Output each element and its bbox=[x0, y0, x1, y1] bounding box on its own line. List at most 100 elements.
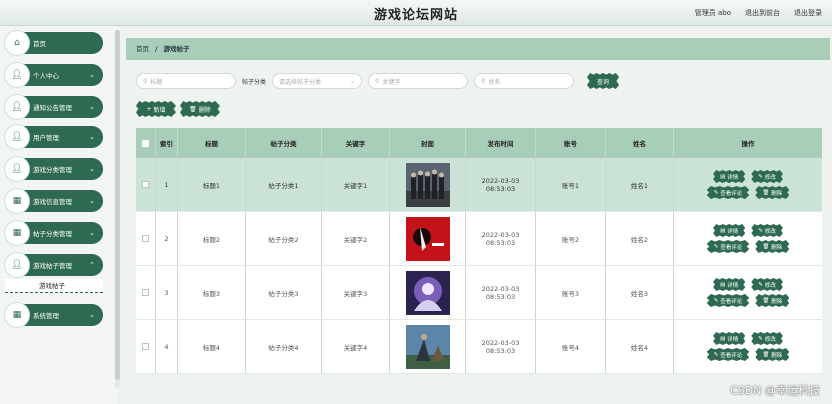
name-search-input[interactable]: ⚲ 姓名 bbox=[474, 73, 575, 89]
row-name: 姓名4 bbox=[606, 320, 674, 373]
breadcrumb: 首页 / 游戏帖子 bbox=[126, 38, 830, 60]
comments-label: 查看评论 bbox=[720, 244, 743, 251]
row-name: 姓名3 bbox=[606, 266, 674, 319]
user-icon: 👤︎ bbox=[7, 127, 27, 147]
op-group: ▤ 详情 ✎ 修改 ✎ 查看评论 🗑︎ 删除 bbox=[706, 278, 790, 307]
row-checkbox-cell[interactable] bbox=[136, 320, 156, 373]
op-group: ▤ 详情 ✎ 修改 ✎ 查看评论 🗑︎ 删除 bbox=[706, 224, 790, 253]
cover-image[interactable] bbox=[405, 162, 450, 207]
table-row[interactable]: 4 标题4 帖子分类4 关键字4 2022-03-03 08:53:03 账号4… bbox=[136, 320, 822, 374]
row-checkbox[interactable] bbox=[142, 289, 149, 296]
row-cover-cell bbox=[390, 212, 466, 265]
search-icon: ⚲ bbox=[481, 77, 486, 85]
row-checkbox-cell[interactable] bbox=[136, 158, 156, 211]
row-delete-button[interactable]: 🗑︎ 删除 bbox=[755, 240, 790, 253]
comments-label: 查看评论 bbox=[720, 190, 743, 197]
keyword-search-input[interactable]: ⚲ 关键字 bbox=[368, 73, 469, 89]
sidebar-subitem-game-posts[interactable]: 游戏帖子 bbox=[5, 279, 103, 293]
sidebar-item-label: 首页 bbox=[33, 40, 46, 48]
search-button[interactable]: 查询 bbox=[587, 73, 619, 89]
detail-button[interactable]: ▤ 详情 bbox=[713, 170, 746, 183]
row-operations: ▤ 详情 ✎ 修改 ✎ 查看评论 🗑︎ 删除 bbox=[674, 158, 822, 211]
add-button[interactable]: + 新增 bbox=[136, 101, 176, 117]
detail-button[interactable]: ▤ 详情 bbox=[713, 224, 746, 237]
detail-button[interactable]: ▤ 详情 bbox=[713, 278, 746, 291]
detail-button[interactable]: ▤ 详情 bbox=[713, 332, 746, 345]
row-category: 帖子分类2 bbox=[246, 212, 322, 265]
breadcrumb-separator: / bbox=[155, 45, 158, 53]
bulk-delete-button[interactable]: 🗑︎ 删除 bbox=[180, 101, 220, 117]
chevron-down-icon: ⌄ bbox=[89, 311, 95, 319]
op-group: ▤ 详情 ✎ 修改 ✎ 查看评论 🗑︎ 删除 bbox=[706, 332, 790, 361]
sidebar-item-system[interactable]: ▦ 系统管理 ⌄ bbox=[5, 304, 103, 326]
row-account: 账号1 bbox=[536, 158, 606, 211]
sidebar-item-label: 游戏信息管理 bbox=[33, 198, 72, 206]
logout-link[interactable]: 退出登录 bbox=[794, 8, 822, 18]
sidebar-item-game-info[interactable]: ▦ 游戏信息管理 ⌄ bbox=[5, 190, 103, 212]
posts-table: 索引 标题 帖子分类 关键字 封面 发布时间 账号 姓名 操作 1 标题1 帖子… bbox=[136, 128, 822, 374]
sidebar-item-game-category[interactable]: 👤︎ 游戏分类管理 ⌄ bbox=[5, 158, 103, 180]
back-to-front-link[interactable]: 退出到前台 bbox=[745, 8, 780, 18]
doc-icon: ▤ bbox=[720, 281, 726, 288]
op-line: ▤ 详情 ✎ 修改 bbox=[713, 332, 783, 345]
breadcrumb-home[interactable]: 首页 bbox=[136, 45, 149, 53]
cover-image[interactable] bbox=[405, 216, 450, 261]
sidebar-item-post-category[interactable]: ▦ 帖子分类管理 ⌄ bbox=[5, 222, 103, 244]
table-row[interactable]: 3 标题3 帖子分类3 关键字3 2022-03-03 08:53:03 账号3… bbox=[136, 266, 822, 320]
row-checkbox-cell[interactable] bbox=[136, 212, 156, 265]
edit-button[interactable]: ✎ 修改 bbox=[751, 278, 783, 291]
select-all-cell[interactable] bbox=[136, 128, 156, 158]
select-all-checkbox[interactable] bbox=[142, 139, 149, 147]
user-icon: 👤︎ bbox=[7, 159, 27, 179]
trash-icon: 🗑︎ bbox=[762, 189, 770, 196]
cover-image[interactable] bbox=[405, 270, 450, 315]
chevron-down-icon: ⌄ bbox=[89, 133, 95, 141]
pencil-icon: ✎ bbox=[758, 173, 763, 180]
row-title: 标题1 bbox=[178, 158, 246, 211]
sidebar-scrollbar[interactable] bbox=[115, 30, 120, 388]
header-user-area: 管理员 abo 退出到前台 退出登录 bbox=[695, 8, 822, 18]
comments-label: 查看评论 bbox=[720, 352, 743, 359]
watermark: CSDN @幸运科技 bbox=[730, 384, 820, 397]
row-delete-button[interactable]: 🗑︎ 删除 bbox=[755, 348, 790, 361]
row-checkbox[interactable] bbox=[142, 181, 149, 188]
detail-label: 详情 bbox=[727, 282, 739, 289]
table-row[interactable]: 1 标题1 帖子分类1 关键字1 2022-03-03 08:53:03 账号1… bbox=[136, 158, 822, 212]
row-name: 姓名1 bbox=[606, 158, 674, 211]
row-time: 2022-03-03 08:53:03 bbox=[466, 320, 536, 373]
delete-label: 删除 bbox=[771, 298, 783, 305]
sidebar-item-users[interactable]: 👤︎ 用户管理 ⌄ bbox=[5, 126, 103, 148]
category-select[interactable]: 请选择帖子分类 ⌄ bbox=[272, 73, 363, 89]
view-comments-button[interactable]: ✎ 查看评论 bbox=[706, 240, 750, 253]
row-delete-button[interactable]: 🗑︎ 删除 bbox=[755, 186, 790, 199]
edit-button[interactable]: ✎ 修改 bbox=[751, 224, 783, 237]
sidebar-item-home[interactable]: ⌂ 首页 bbox=[5, 32, 103, 54]
row-delete-button[interactable]: 🗑︎ 删除 bbox=[755, 294, 790, 307]
row-checkbox[interactable] bbox=[142, 343, 149, 350]
cover-image[interactable] bbox=[405, 324, 450, 369]
edit-button[interactable]: ✎ 修改 bbox=[751, 332, 783, 345]
current-user-label: 管理员 abo bbox=[694, 9, 731, 17]
view-comments-button[interactable]: ✎ 查看评论 bbox=[706, 348, 750, 361]
sidebar-item-game-posts[interactable]: 👤︎ 游戏帖子管理 ⌃ bbox=[5, 254, 103, 276]
op-line: ✎ 查看评论 🗑︎ 删除 bbox=[706, 294, 790, 307]
scrollbar-thumb[interactable] bbox=[115, 30, 120, 380]
trash-icon: 🗑︎ bbox=[189, 105, 197, 113]
row-index: 2 bbox=[156, 212, 178, 265]
row-checkbox-cell[interactable] bbox=[136, 266, 156, 319]
table-row[interactable]: 2 标题2 帖子分类2 关键字2 2022-03-03 08:53:03 账号2… bbox=[136, 212, 822, 266]
row-checkbox[interactable] bbox=[142, 235, 149, 242]
edit-button[interactable]: ✎ 修改 bbox=[751, 170, 783, 183]
row-account: 账号4 bbox=[536, 320, 606, 373]
pencil-icon: ✎ bbox=[713, 243, 719, 250]
sidebar-item-label: 游戏分类管理 bbox=[33, 166, 72, 174]
row-time: 2022-03-03 08:53:03 bbox=[466, 212, 536, 265]
sidebar-item-label: 用户管理 bbox=[33, 134, 59, 142]
sidebar-item-notice[interactable]: 👤︎ 通知公告管理 ⌄ bbox=[5, 96, 103, 118]
add-button-label: 新增 bbox=[153, 106, 166, 114]
view-comments-button[interactable]: ✎ 查看评论 bbox=[706, 186, 750, 199]
title-search-input[interactable]: ⚲ 标题 bbox=[136, 73, 236, 89]
sidebar-item-profile[interactable]: 👤︎ 个人中心 ⌄ bbox=[5, 64, 103, 86]
row-keyword: 关键字2 bbox=[322, 212, 390, 265]
view-comments-button[interactable]: ✎ 查看评论 bbox=[706, 294, 750, 307]
